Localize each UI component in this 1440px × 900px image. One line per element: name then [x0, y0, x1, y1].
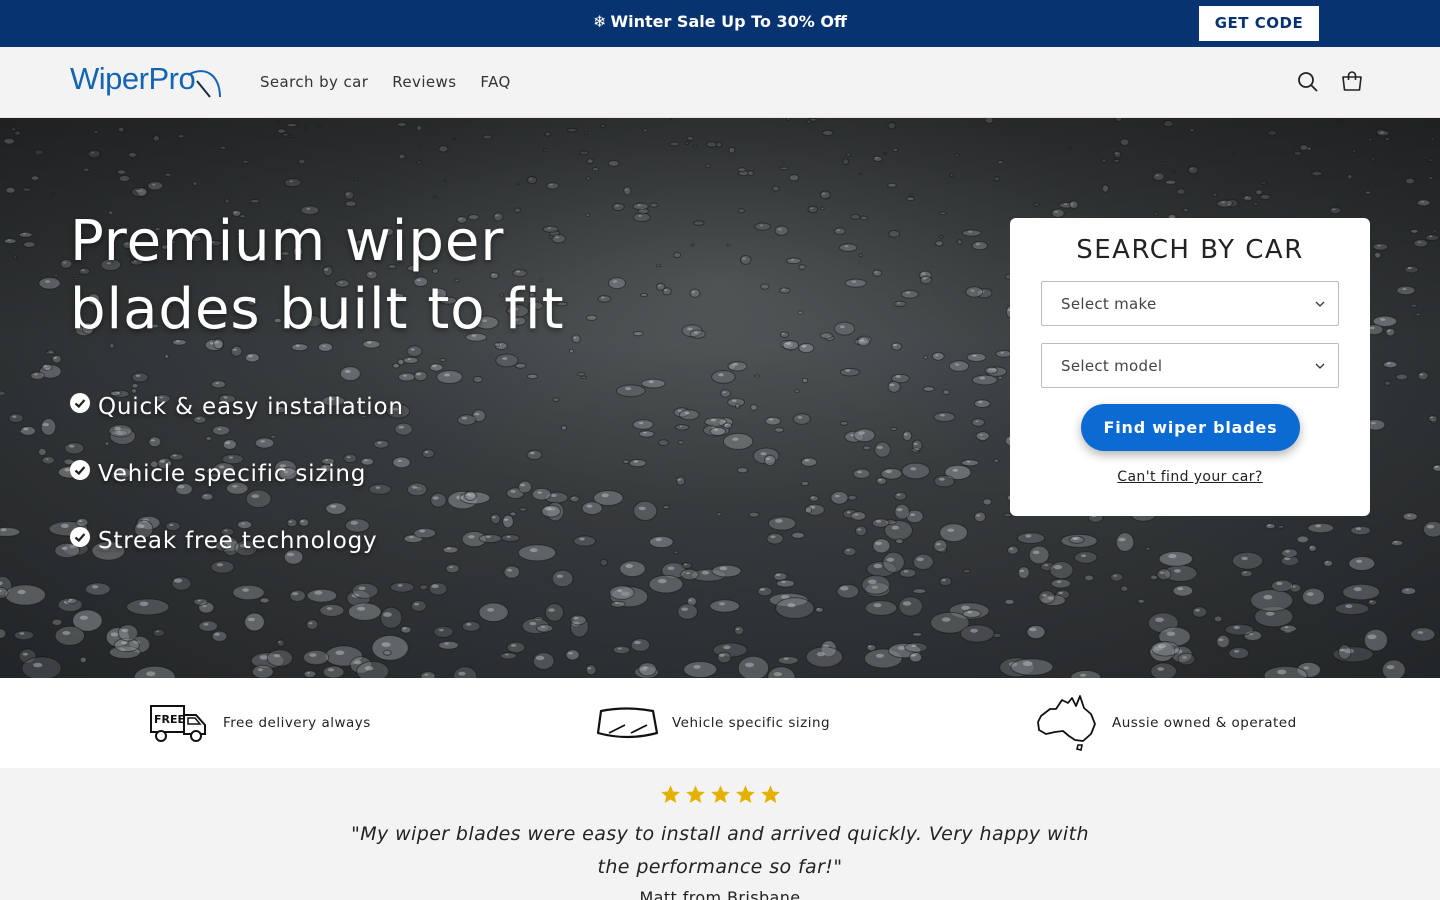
hero-section: Premium wiper blades built to fit Quick … [0, 118, 1440, 678]
free-badge-text: FREE [154, 713, 185, 726]
star-icon [686, 785, 705, 803]
benefit-item: Vehicle specific sizing [597, 678, 830, 768]
announcement-text: Winter Sale Up To 30% Off [610, 12, 847, 31]
nav-reviews[interactable]: Reviews [392, 73, 456, 91]
star-icon [661, 785, 680, 803]
benefit-item: FREE Free delivery always [150, 678, 371, 768]
get-code-button[interactable]: GET CODE [1199, 6, 1319, 41]
benefit-text: Free delivery always [223, 715, 371, 731]
australia-map-icon [1037, 695, 1096, 751]
star-icon [761, 785, 780, 803]
rating-stars [660, 784, 781, 805]
benefit-item: Aussie owned & operated [1036, 678, 1297, 768]
feature-item: Streak free technology [70, 527, 378, 554]
nav-search-by-car[interactable]: Search by car [260, 73, 368, 91]
benefit-text: Aussie owned & operated [1112, 715, 1297, 731]
find-wiper-blades-button[interactable]: Find wiper blades [1081, 404, 1300, 451]
logo[interactable]: WiperPro [70, 61, 225, 101]
nav-faq[interactable]: FAQ [480, 73, 510, 91]
select-model-dropdown[interactable]: Select model [1041, 343, 1339, 388]
search-by-car-card: SEARCH BY CAR Select make Select model F… [1010, 218, 1370, 516]
check-circle-icon [70, 393, 90, 413]
cart-icon[interactable] [1340, 70, 1364, 94]
card-title: SEARCH BY CAR [1076, 235, 1304, 265]
reviewer-name: Matt from Brisbane [639, 888, 801, 900]
announcement-bar: ❄ Winter Sale Up To 30% Off GET CODE [0, 0, 1440, 47]
cant-find-car-link[interactable]: Can't find your car? [1010, 469, 1370, 485]
site-header: WiperPro Search by car Reviews FAQ [0, 47, 1440, 118]
windscreen-icon [597, 707, 658, 739]
benefits-bar: FREE Free delivery always Vehicle specif… [0, 678, 1440, 768]
feature-item: Vehicle specific sizing [70, 460, 367, 487]
check-circle-icon [70, 527, 90, 547]
snowflake-icon: ❄ [593, 12, 607, 31]
search-icon[interactable] [1296, 70, 1320, 94]
select-make-dropdown[interactable]: Select make [1041, 281, 1339, 326]
main-nav: Search by car Reviews FAQ [260, 73, 511, 91]
benefit-text: Vehicle specific sizing [672, 715, 831, 731]
chevron-down-icon [1315, 363, 1325, 369]
feature-text: Streak free technology [98, 528, 378, 554]
review-section: "My wiper blades were easy to install an… [0, 768, 1440, 900]
free-delivery-truck-icon: FREE [150, 705, 206, 742]
select-model-label: Select model [1061, 357, 1163, 375]
star-icon [736, 785, 755, 803]
check-circle-icon [70, 460, 90, 480]
feature-item: Quick & easy installation [70, 393, 404, 420]
review-quote: "My wiper blades were easy to install an… [351, 823, 1089, 878]
select-make-label: Select make [1061, 295, 1157, 313]
star-icon [711, 785, 730, 803]
chevron-down-icon [1315, 301, 1325, 307]
feature-text: Vehicle specific sizing [98, 461, 367, 487]
logo-wiper-arc-icon [187, 70, 221, 98]
hero-title: Premium wiper blades built to fit [70, 209, 565, 342]
feature-text: Quick & easy installation [98, 394, 404, 420]
